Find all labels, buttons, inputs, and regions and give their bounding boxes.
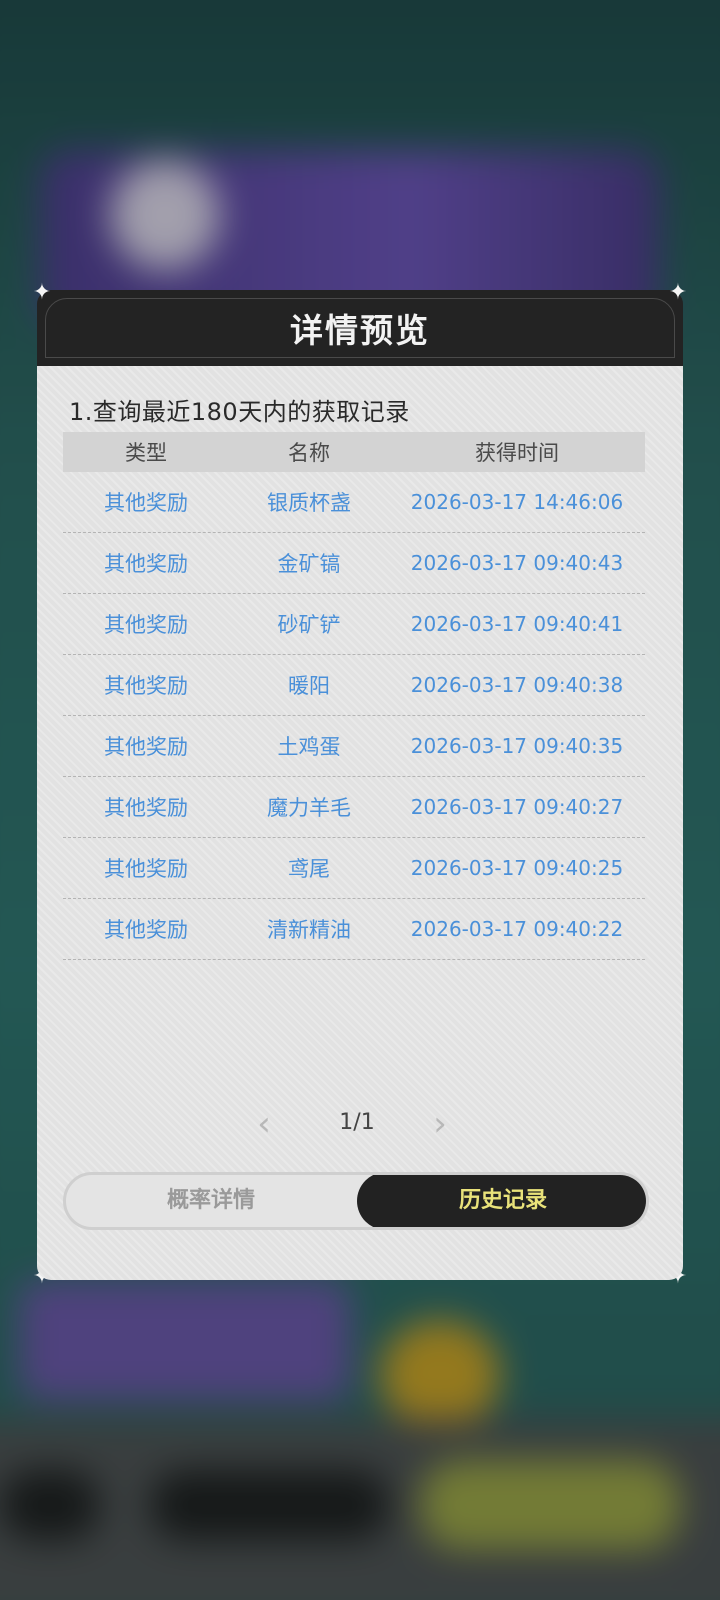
corner-ornament-icon: ✦ [32,280,52,305]
cell-time: 2026-03-17 09:40:25 [410,856,624,880]
table-row: 其他奖励 清新精油 2026-03-17 09:40:22 [63,899,645,960]
history-table: 类型 名称 获得时间 其他奖励 银质杯盏 2026-03-17 14:46:06… [63,432,645,960]
cell-name: 银质杯盏 [267,491,351,515]
cell-type: 其他奖励 [104,857,188,881]
cell-name: 魔力羊毛 [267,796,351,820]
tab-history[interactable]: 历史记录 [357,1175,646,1227]
cell-type: 其他奖励 [104,613,188,637]
cell-type: 其他奖励 [104,491,188,515]
table-header: 类型 名称 获得时间 [63,432,645,472]
dialog-title: 详情预览 [290,311,430,350]
header-time: 获得时间 [475,441,559,465]
cell-name: 暖阳 [288,674,330,698]
cell-name: 清新精油 [267,918,351,942]
pagination: ‹ 1/1 › [37,1104,683,1144]
tab-bar: 概率详情 历史记录 [63,1172,649,1230]
dialog-body: 1.查询最近180天内的获取记录 类型 名称 获得时间 其他奖励 银质杯盏 20… [37,366,683,1280]
chevron-left-icon[interactable]: ‹ [249,1104,279,1144]
cell-type: 其他奖励 [104,674,188,698]
query-hint: 1.查询最近180天内的获取记录 [65,392,416,431]
cell-time: 2026-03-17 09:40:38 [410,673,624,697]
table-row: 其他奖励 魔力羊毛 2026-03-17 09:40:27 [63,777,645,838]
cell-type: 其他奖励 [104,796,188,820]
page-indicator: 1/1 [339,1110,375,1135]
cell-time: 2026-03-17 14:46:06 [410,490,624,514]
cell-type: 其他奖励 [104,735,188,759]
cell-name: 金矿镐 [277,552,341,576]
cell-time: 2026-03-17 09:40:35 [410,734,624,758]
table-row: 其他奖励 暖阳 2026-03-17 09:40:38 [63,655,645,716]
tab-probability-details[interactable]: 概率详情 [66,1175,356,1227]
cell-name: 砂矿铲 [277,613,341,637]
cell-type: 其他奖励 [104,552,188,576]
cell-time: 2026-03-17 09:40:27 [410,795,624,819]
table-row: 其他奖励 金矿镐 2026-03-17 09:40:43 [63,533,645,594]
header-type: 类型 [125,441,167,465]
detail-preview-dialog: 详情预览 ✦ ✦ ✦ ✦ 1.查询最近180天内的获取记录 类型 名称 获得时间… [33,282,687,1288]
dialog-header: 详情预览 [37,290,683,366]
cell-time: 2026-03-17 09:40:22 [410,917,624,941]
cell-type: 其他奖励 [104,918,188,942]
corner-ornament-icon: ✦ [668,280,688,305]
table-row: 其他奖励 银质杯盏 2026-03-17 14:46:06 [63,472,645,533]
table-row: 其他奖励 鸢尾 2026-03-17 09:40:25 [63,838,645,899]
table-row: 其他奖励 土鸡蛋 2026-03-17 09:40:35 [63,716,645,777]
cell-name: 土鸡蛋 [277,735,341,759]
header-name: 名称 [288,441,330,465]
table-row: 其他奖励 砂矿铲 2026-03-17 09:40:41 [63,594,645,655]
cell-time: 2026-03-17 09:40:41 [410,612,624,636]
cell-time: 2026-03-17 09:40:43 [410,551,624,575]
chevron-right-icon[interactable]: › [425,1104,455,1144]
cell-name: 鸢尾 [288,857,330,881]
